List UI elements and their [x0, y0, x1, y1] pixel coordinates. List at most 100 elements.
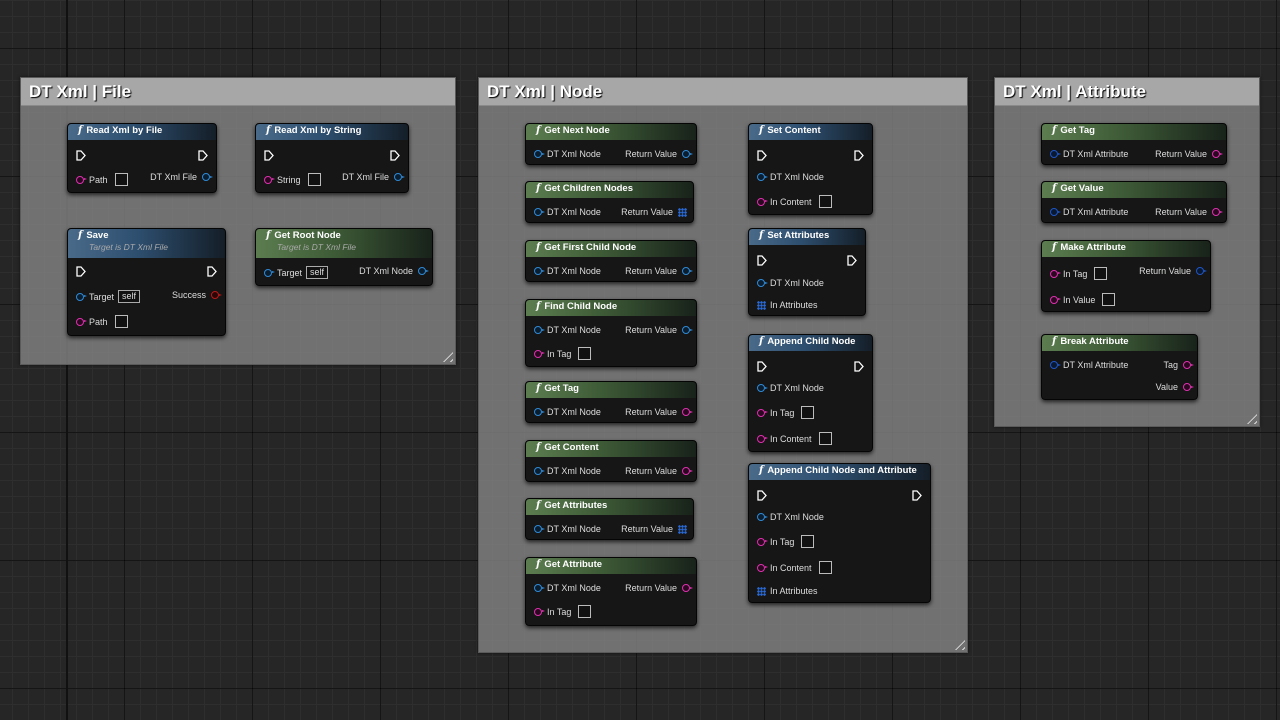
string-pin-icon[interactable] — [1050, 269, 1061, 278]
tag-input-box[interactable] — [801, 535, 815, 548]
pin-return-value[interactable]: Return Value — [1155, 206, 1223, 218]
object-pin-icon[interactable] — [682, 326, 693, 334]
string-pin-icon[interactable] — [76, 175, 87, 184]
bool-pin-icon[interactable] — [211, 291, 222, 299]
object-pin-icon[interactable] — [757, 513, 768, 521]
pin-string[interactable]: String — [264, 173, 321, 186]
string-pin-icon[interactable] — [1050, 295, 1061, 304]
node-break-attribute[interactable]: f Break Attribute DT Xml Attribute Tag Va… — [1041, 334, 1198, 400]
object-pin-icon[interactable] — [534, 584, 545, 592]
resize-grip-icon[interactable] — [1247, 414, 1257, 424]
node-set-content[interactable]: f Set Content DT Xml Node In Content — [748, 123, 873, 215]
pin-dt-xml-node[interactable]: DT Xml Node — [757, 382, 824, 394]
pin-path[interactable]: Path — [76, 173, 128, 186]
string-pin-icon[interactable] — [757, 408, 768, 417]
object-pin-icon[interactable] — [534, 150, 545, 158]
pin-in-attributes[interactable]: In Attributes — [757, 299, 818, 311]
object-pin-icon[interactable] — [757, 384, 768, 392]
pin-in-tag[interactable]: In Tag — [1050, 267, 1108, 280]
node-save[interactable]: f Save Target is DT Xml File Target self Su… — [67, 228, 226, 336]
pin-dt-xml-attribute[interactable]: DT Xml Attribute — [1050, 359, 1128, 371]
pin-dt-xml-file[interactable]: DT Xml File — [150, 171, 213, 183]
exec-in-pin-icon[interactable] — [757, 361, 767, 372]
content-input-box[interactable] — [818, 195, 832, 208]
pin-in-tag[interactable]: In Tag — [534, 605, 592, 618]
pin-return-value[interactable]: Return Value — [625, 465, 693, 477]
pin-dt-xml-node[interactable]: DT Xml Node — [534, 465, 601, 477]
pin-return-value[interactable]: Return Value — [625, 324, 693, 336]
object-pin-icon[interactable] — [394, 173, 405, 181]
pin-dt-xml-node[interactable]: DT Xml Node — [757, 277, 824, 289]
exec-out-pin-icon[interactable] — [854, 361, 864, 372]
pin-dt-xml-attribute[interactable]: DT Xml Attribute — [1050, 206, 1128, 218]
pin-in-attributes[interactable]: In Attributes — [757, 585, 818, 597]
node-read-xml-by-string[interactable]: f Read Xml by String String DT Xml File — [255, 123, 409, 193]
pin-in-content[interactable]: In Content — [757, 432, 832, 445]
pin-dt-xml-node[interactable]: DT Xml Node — [534, 324, 601, 336]
pin-return-value[interactable]: Return Value — [1155, 148, 1223, 160]
pin-return-value[interactable]: Return Value — [625, 406, 693, 418]
node-get-attribute[interactable]: f Get Attribute DT Xml Node Return Value … — [525, 557, 697, 626]
node-set-attributes[interactable]: f Set Attributes DT Xml Node In Attribute… — [748, 228, 866, 316]
exec-out-pin-icon[interactable] — [847, 255, 857, 266]
pin-dt-xml-node[interactable]: DT Xml Node — [534, 582, 601, 594]
string-pin-icon[interactable] — [534, 349, 545, 358]
string-pin-icon[interactable] — [682, 408, 693, 416]
object-pin-icon[interactable] — [534, 267, 545, 275]
pin-dt-xml-node[interactable]: DT Xml Node — [359, 265, 429, 277]
path-input-box[interactable] — [114, 315, 128, 328]
node-get-next-node[interactable]: f Get Next Node DT Xml Node Return Value — [525, 123, 697, 165]
comment-title[interactable]: DT Xml | File — [21, 78, 455, 106]
node-make-attribute[interactable]: f Make Attribute In Tag Return Value In V… — [1041, 240, 1211, 312]
pin-tag[interactable]: Tag — [1163, 359, 1194, 371]
node-append-child-node-and-attribute[interactable]: f Append Child Node and Attribute DT Xml … — [748, 463, 931, 603]
pin-in-content[interactable]: In Content — [757, 195, 832, 208]
exec-in-pin-icon[interactable] — [757, 150, 767, 161]
pin-return-value[interactable]: Return Value — [625, 265, 693, 277]
exec-in-pin-icon[interactable] — [757, 255, 767, 266]
pin-return-value[interactable]: Return Value — [1139, 265, 1207, 277]
string-pin-icon[interactable] — [757, 537, 768, 546]
string-pin-icon[interactable] — [757, 434, 768, 443]
pin-in-tag[interactable]: In Tag — [757, 535, 815, 548]
exec-out-pin-icon[interactable] — [390, 150, 400, 161]
string-pin-icon[interactable] — [757, 197, 768, 206]
string-pin-icon[interactable] — [534, 607, 545, 616]
object-pin-icon[interactable] — [264, 268, 275, 277]
exec-in-pin-icon[interactable] — [76, 266, 86, 277]
pin-success[interactable]: Success — [172, 289, 222, 301]
pin-in-value[interactable]: In Value — [1050, 293, 1116, 306]
object-pin-icon[interactable] — [534, 525, 545, 533]
pin-dt-xml-node[interactable]: DT Xml Node — [534, 265, 601, 277]
object-pin-icon[interactable] — [757, 173, 768, 181]
string-pin-icon[interactable] — [264, 175, 275, 184]
exec-out-pin-icon[interactable] — [854, 150, 864, 161]
struct-pin-icon[interactable] — [1050, 361, 1061, 369]
pin-return-value[interactable]: Return Value — [625, 148, 693, 160]
pin-target[interactable]: Target self — [264, 266, 329, 279]
struct-pin-icon[interactable] — [1196, 267, 1207, 275]
exec-out-pin-icon[interactable] — [207, 266, 217, 277]
object-pin-icon[interactable] — [757, 279, 768, 287]
node-append-child-node[interactable]: f Append Child Node DT Xml Node In Tag In… — [748, 334, 873, 452]
node-get-first-child-node[interactable]: f Get First Child Node DT Xml Node Return… — [525, 240, 697, 282]
exec-out-pin-icon[interactable] — [912, 490, 922, 501]
node-get-tag-attribute[interactable]: f Get Tag DT Xml Attribute Return Value — [1041, 123, 1227, 165]
comment-title[interactable]: DT Xml | Node — [479, 78, 967, 106]
string-pin-icon[interactable] — [1212, 150, 1223, 158]
pin-in-content[interactable]: In Content — [757, 561, 832, 574]
pin-return-value[interactable]: Return Value — [625, 582, 693, 594]
comment-title[interactable]: DT Xml | Attribute — [995, 78, 1259, 106]
pin-return-value[interactable]: Return Value — [621, 206, 687, 218]
exec-out-pin-icon[interactable] — [198, 150, 208, 161]
pin-dt-xml-node[interactable]: DT Xml Node — [534, 206, 601, 218]
string-pin-icon[interactable] — [757, 563, 768, 572]
tag-input-box[interactable] — [578, 347, 592, 360]
object-pin-icon[interactable] — [418, 267, 429, 275]
pin-dt-xml-node[interactable]: DT Xml Node — [534, 523, 601, 535]
node-get-value[interactable]: f Get Value DT Xml Attribute Return Value — [1041, 181, 1227, 223]
self-value-box[interactable]: self — [306, 266, 329, 279]
path-input-box[interactable] — [114, 173, 128, 186]
string-pin-icon[interactable] — [682, 584, 693, 592]
object-pin-icon[interactable] — [76, 292, 87, 301]
